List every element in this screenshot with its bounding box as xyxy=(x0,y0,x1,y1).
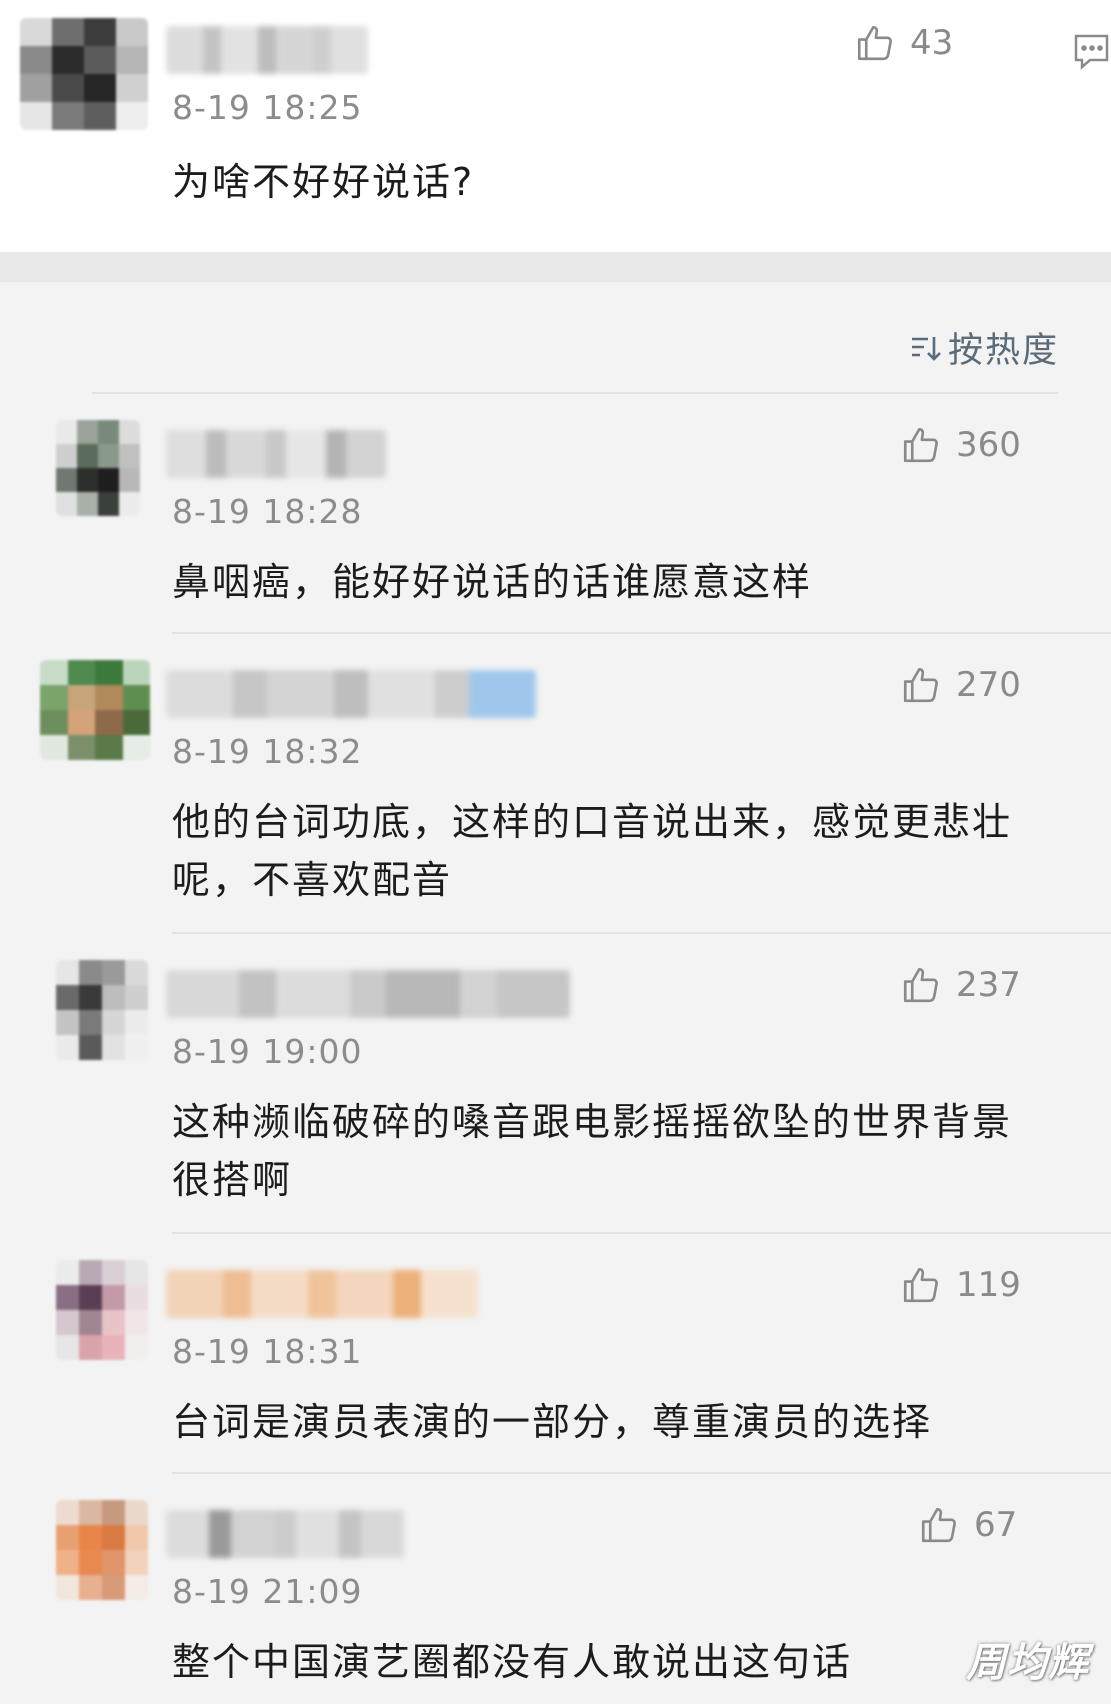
thumbs-up-icon xyxy=(903,1267,938,1303)
divider xyxy=(172,1232,1111,1234)
avatar[interactable] xyxy=(56,960,148,1060)
comment-time: 8-19 18:28 xyxy=(172,492,363,531)
thumbs-up-icon xyxy=(903,667,938,703)
sort-label: 按热度 xyxy=(948,331,1060,371)
like-count: 43 xyxy=(910,23,954,63)
comment-time: 8-19 19:00 xyxy=(172,1032,363,1071)
sort-by-hot-button[interactable]: 按热度 xyxy=(908,322,1059,373)
comment-text: 鼻咽癌，能好好说话的话谁愿意这样 xyxy=(172,560,813,604)
comment-text: 呢，不喜欢配音 xyxy=(172,858,453,902)
avatar[interactable] xyxy=(56,1500,148,1600)
like-count: 67 xyxy=(974,1505,1018,1545)
divider xyxy=(172,932,1111,934)
username-blurred[interactable] xyxy=(166,670,536,718)
like-button[interactable]: 270 xyxy=(900,664,1021,706)
like-button[interactable]: 119 xyxy=(900,1264,1021,1306)
divider xyxy=(172,1472,1111,1474)
avatar[interactable] xyxy=(56,1260,148,1360)
like-count: 360 xyxy=(956,425,1021,465)
comment-text: 很搭啊 xyxy=(172,1158,293,1202)
watermark: 周均辉 xyxy=(966,1640,1089,1686)
thumbs-up-icon xyxy=(857,25,892,61)
like-button[interactable]: 360 xyxy=(900,424,1021,466)
like-button[interactable]: 237 xyxy=(900,964,1021,1006)
like-button[interactable]: 43 xyxy=(854,22,953,64)
username-blurred[interactable] xyxy=(166,970,570,1018)
comment-time: 8-19 18:25 xyxy=(172,88,363,127)
avatar[interactable] xyxy=(56,420,140,516)
comment-text: 整个中国演艺圈都没有人敢说出这句话 xyxy=(172,1640,853,1684)
thumbs-up-icon xyxy=(903,967,938,1003)
comment-time: 8-19 18:31 xyxy=(172,1332,363,1371)
comment-text: 为啥不好好说话? xyxy=(172,160,475,204)
parent-comment: 8-19 18:25 为啥不好好说话? 43 xyxy=(0,0,1111,252)
like-count: 119 xyxy=(956,1265,1021,1305)
divider xyxy=(172,632,1111,634)
thumbs-up-icon xyxy=(921,1507,956,1543)
section-separator xyxy=(0,252,1111,282)
thumbs-up-icon xyxy=(903,427,938,463)
like-count: 237 xyxy=(956,965,1021,1005)
username-blurred[interactable] xyxy=(166,1270,478,1318)
sort-icon xyxy=(912,336,941,361)
divider xyxy=(92,392,1058,394)
comment-text: 台词是演员表演的一部分，尊重演员的选择 xyxy=(172,1400,933,1444)
username-blurred[interactable] xyxy=(166,430,386,478)
username-blurred[interactable] xyxy=(166,26,368,74)
like-count: 270 xyxy=(956,665,1021,705)
username-blurred[interactable] xyxy=(166,1510,404,1558)
comment-time: 8-19 18:32 xyxy=(172,732,363,771)
comment-text: 他的台词功底，这样的口音说出来，感觉更悲壮 xyxy=(172,800,1013,844)
comment-icon[interactable] xyxy=(1072,32,1111,72)
avatar[interactable] xyxy=(40,660,150,760)
like-button[interactable]: 67 xyxy=(918,1504,1017,1546)
comment-time: 8-19 21:09 xyxy=(172,1572,363,1611)
avatar[interactable] xyxy=(20,18,148,130)
comment-text: 这种濒临破碎的嗓音跟电影摇摇欲坠的世界背景 xyxy=(172,1100,1013,1144)
